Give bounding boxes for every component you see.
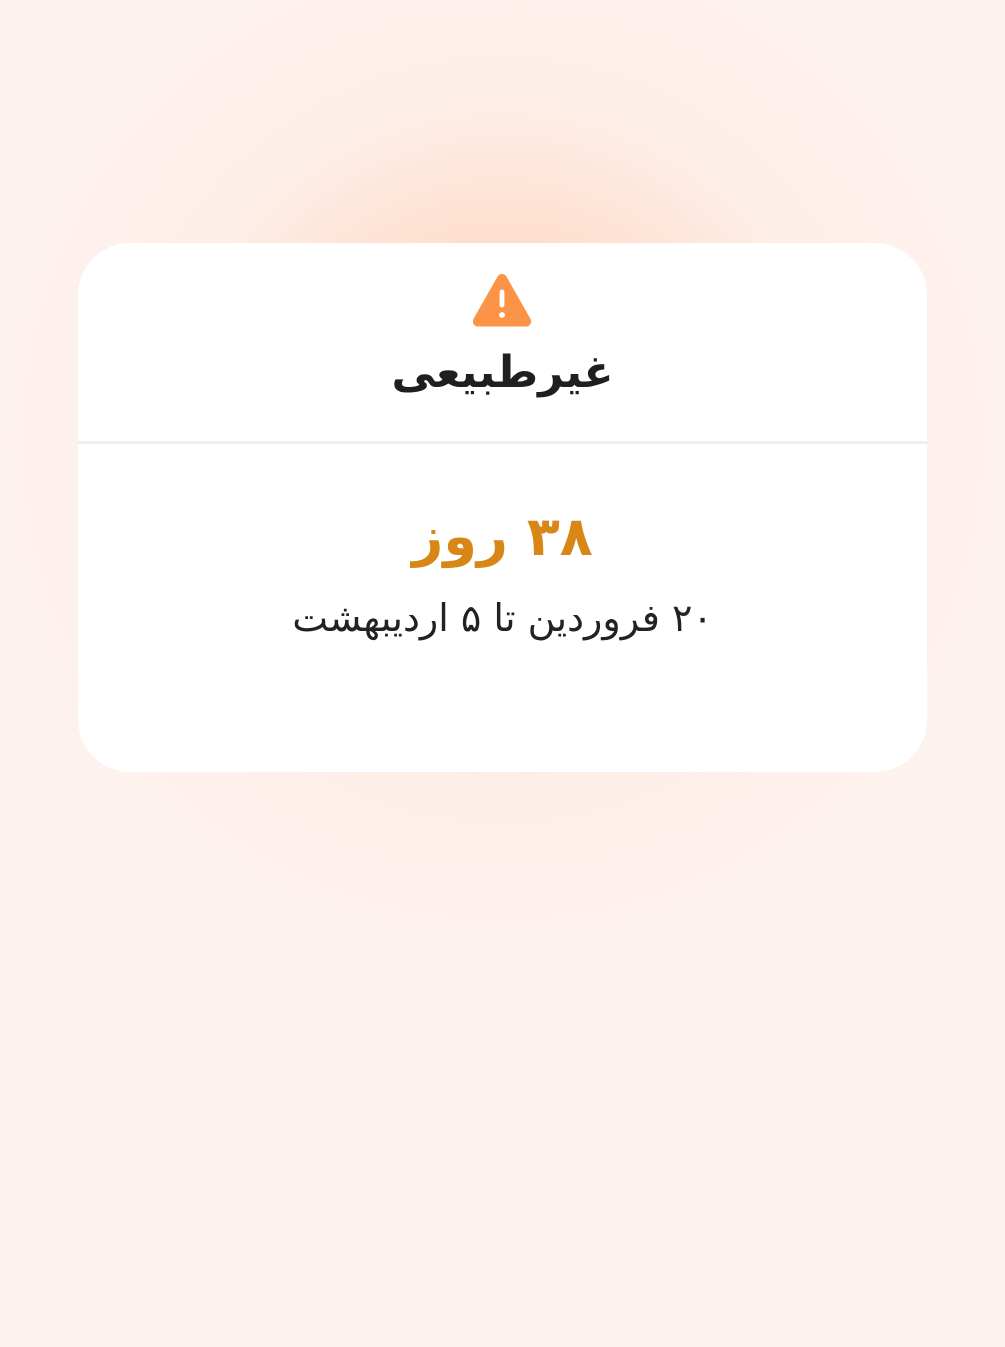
warning-triangle-icon (472, 273, 532, 327)
status-title: غیرطبیعی (391, 347, 614, 398)
card-header: غیرطبیعی (78, 243, 927, 444)
date-range: ۲۰ فروردین تا ۵ اردیبهشت (292, 596, 713, 640)
cycle-duration: ۳۸ روز (412, 505, 593, 568)
cycle-status-card: غیرطبیعی ۳۸ روز ۲۰ فروردین تا ۵ اردیبهشت (78, 243, 927, 772)
card-body: ۳۸ روز ۲۰ فروردین تا ۵ اردیبهشت (78, 444, 927, 770)
